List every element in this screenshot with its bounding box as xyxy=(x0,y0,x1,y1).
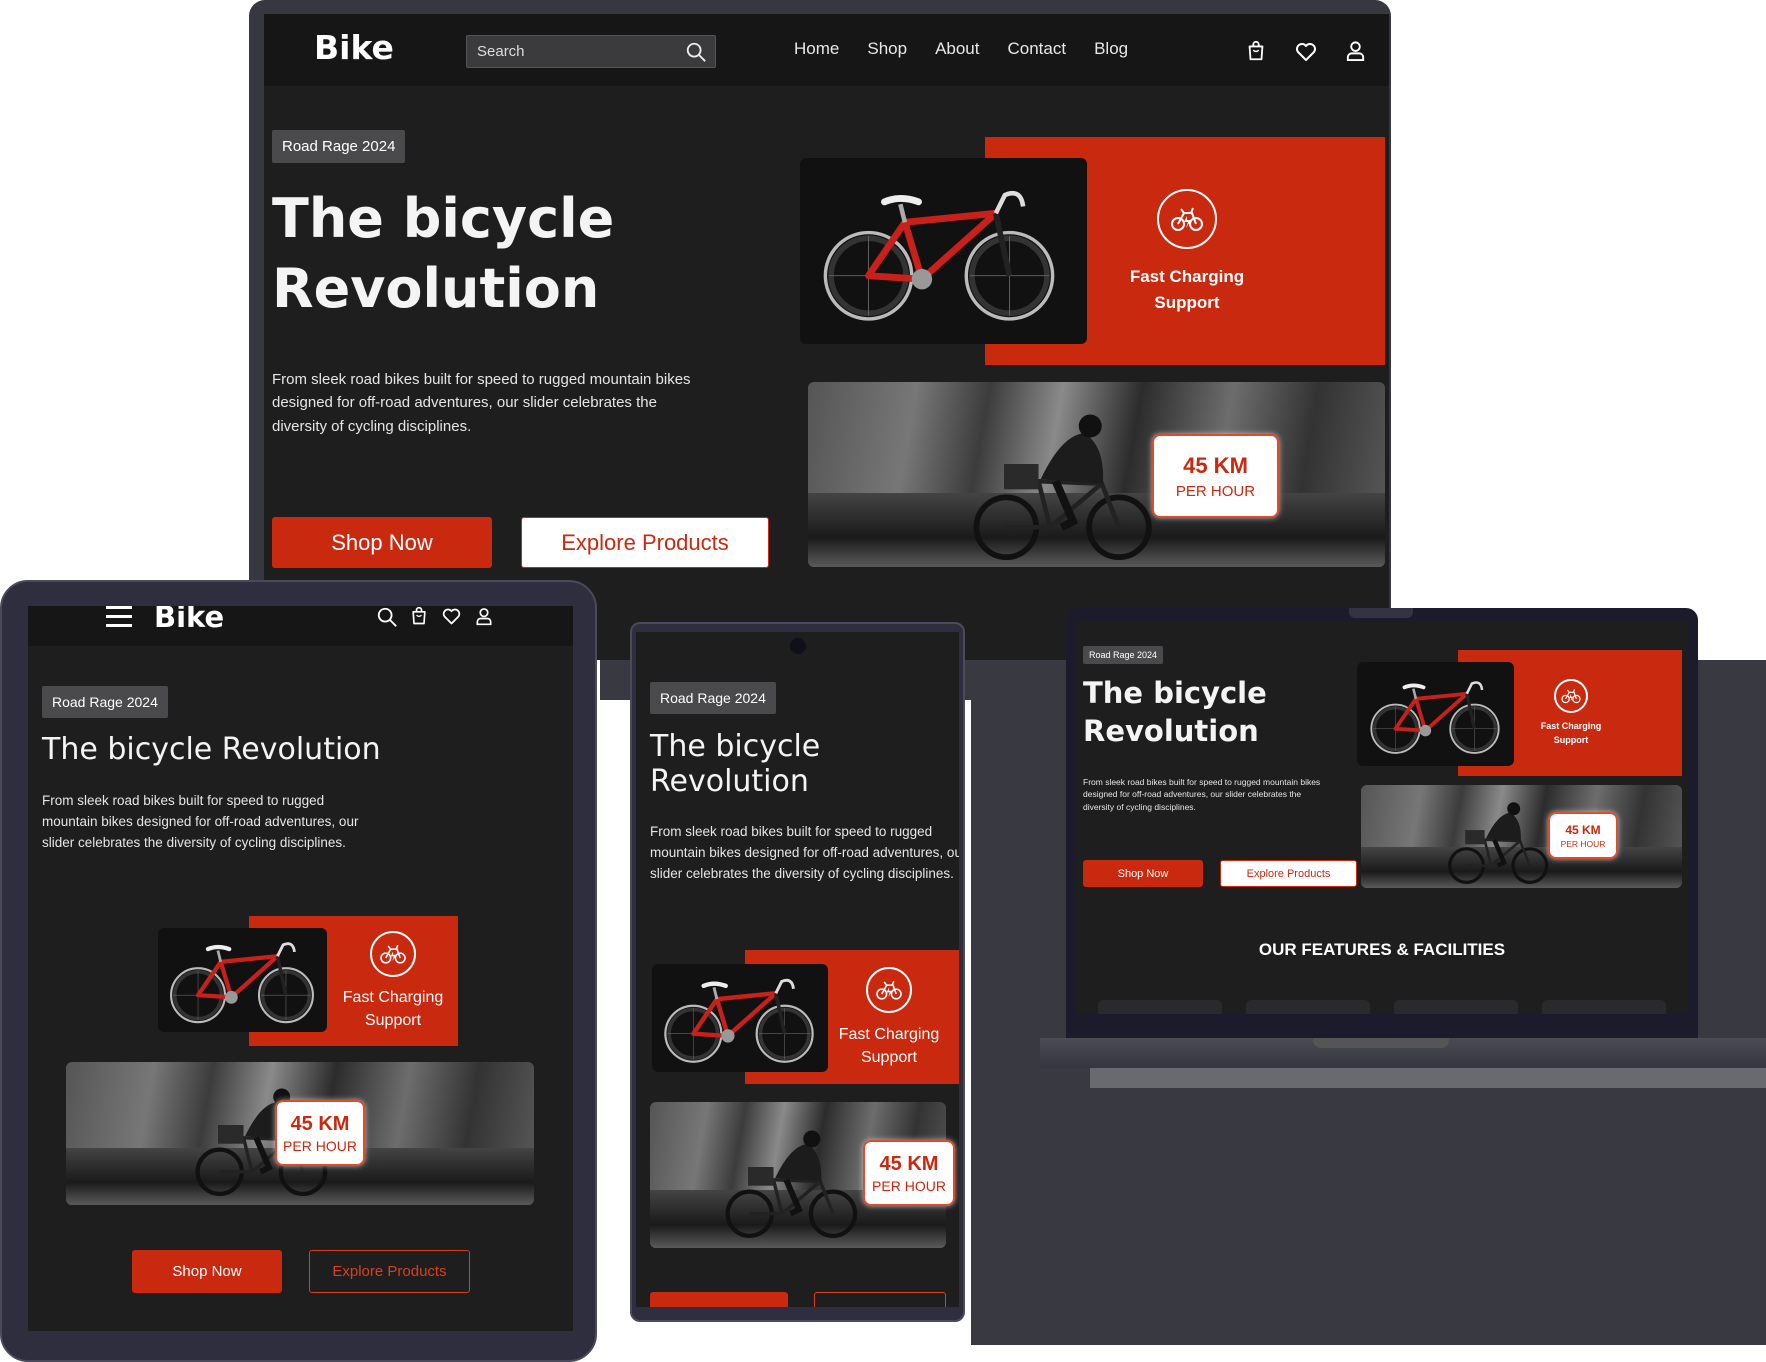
tablet-hero-text: From sleek road bikes built for speed to… xyxy=(42,793,359,850)
nav-shop[interactable]: Shop xyxy=(867,39,907,59)
tablet-screen: Bike Road Rage 2024 The bicycle Revoluti… xyxy=(28,606,573,1331)
feature-line1: Fast Charging xyxy=(1129,267,1245,286)
phone-bike-image xyxy=(652,964,828,1072)
feature-card-3 xyxy=(1394,1000,1518,1014)
laptop-bike-bolt-icon xyxy=(1554,679,1588,713)
hero-title-line2: Revolution xyxy=(272,257,600,321)
bike-bolt-icon xyxy=(1157,189,1217,249)
speed-value: 45 KM xyxy=(1183,452,1248,478)
laptop-title-line2: Revolution xyxy=(1083,713,1259,748)
nav-about[interactable]: About xyxy=(935,39,979,59)
laptop-speed-unit: PER HOUR xyxy=(1560,838,1606,849)
speed-badge: 45 KM PER HOUR xyxy=(1152,434,1279,518)
laptop-feature-line1: Fast Charging xyxy=(1540,721,1602,731)
tablet-feature-label: Fast Charging Support xyxy=(328,986,458,1032)
speed-unit: PER HOUR xyxy=(1175,482,1256,500)
laptop-speed-value: 45 KM xyxy=(1565,822,1601,837)
phone-title-line2: Revolution xyxy=(650,763,809,799)
tablet-user-icon[interactable] xyxy=(474,606,494,626)
tablet-hero-title: The bicycle Revolution xyxy=(42,732,381,767)
laptop-shadow xyxy=(1090,1068,1766,1088)
tablet-heart-icon[interactable] xyxy=(441,606,462,627)
phone-title-line1: The bicycle xyxy=(650,729,821,764)
phone-shop-now-button[interactable] xyxy=(650,1292,788,1307)
rider-image xyxy=(808,382,1385,567)
laptop-speed-badge: 45 KM PER HOUR xyxy=(1548,812,1618,859)
laptop-badge: Road Rage 2024 xyxy=(1083,646,1164,664)
nav-contact[interactable]: Contact xyxy=(1008,39,1067,59)
laptop-title-line1: The bicycle xyxy=(1083,676,1267,710)
hero-title: The bicycle Revolution xyxy=(272,184,614,324)
feature-label: Fast Charging Support xyxy=(1107,264,1267,315)
tablet-bike-bolt-icon xyxy=(370,931,416,977)
phone-hero-title: The bicycle Revolution xyxy=(650,729,821,799)
phone-speed-unit: PER HOUR xyxy=(872,1177,946,1194)
tablet-shop-now-button[interactable]: Shop Now xyxy=(132,1250,282,1293)
hero-badge: Road Rage 2024 xyxy=(272,130,406,163)
hero-title-line1: The bicycle xyxy=(272,187,615,250)
laptop-screen: Road Rage 2024 The bicycle Revolution Fr… xyxy=(1076,622,1688,1014)
tablet-feature-line2: Support xyxy=(364,1012,422,1030)
laptop-bike-image xyxy=(1357,662,1514,766)
laptop-notch xyxy=(1313,1038,1449,1048)
tablet-cart-icon[interactable] xyxy=(409,606,429,626)
laptop-hero-title: The bicycle Revolution xyxy=(1083,675,1267,750)
phone-feature-label: Fast Charging Support xyxy=(824,1023,954,1069)
features-heading: OUR FEATURES & FACILITIES xyxy=(1258,940,1506,959)
desktop-header: Bike Search Home Shop About Contact Blog xyxy=(264,14,1389,86)
phone-hero-text: From sleek road bikes built for speed to… xyxy=(650,824,959,881)
tablet-brand-logo[interactable]: Bike xyxy=(154,606,224,634)
laptop-feature-label: Fast Charging Support xyxy=(1521,720,1621,747)
tablet-badge: Road Rage 2024 xyxy=(42,686,168,718)
brand-logo[interactable]: Bike xyxy=(314,28,394,67)
tablet-explore-button[interactable]: Explore Products xyxy=(309,1250,470,1293)
phone-screen: Road Rage 2024 The bicycle Revolution Fr… xyxy=(636,632,959,1307)
explore-products-button[interactable]: Explore Products xyxy=(521,517,769,568)
laptop-rider-image xyxy=(1361,785,1682,888)
feature-card-1 xyxy=(1098,1000,1222,1014)
phone-speed-badge: 45 KM PER HOUR xyxy=(863,1140,955,1206)
tablet-speed-unit: PER HOUR xyxy=(283,1137,357,1154)
user-icon[interactable] xyxy=(1344,39,1367,62)
laptop-feature-line2: Support xyxy=(1553,734,1589,745)
phone-bike-bolt-icon xyxy=(866,967,912,1013)
search-input[interactable]: Search xyxy=(466,35,716,68)
main-nav: Home Shop About Contact Blog xyxy=(794,39,1128,59)
phone-explore-button[interactable] xyxy=(814,1292,946,1307)
heart-icon[interactable] xyxy=(1294,40,1318,64)
phone-feature-line2: Support xyxy=(860,1049,918,1067)
tablet-search-icon[interactable] xyxy=(376,606,398,628)
phone-feature-line1: Fast Charging xyxy=(838,1026,940,1043)
shop-now-button[interactable]: Shop Now xyxy=(272,517,492,568)
laptop-camera-bar xyxy=(1349,608,1413,618)
cart-icon[interactable] xyxy=(1245,40,1267,62)
tablet-header: Bike xyxy=(28,606,573,646)
tablet-bike-image xyxy=(158,928,327,1032)
feature-card-4 xyxy=(1542,1000,1666,1014)
nav-home[interactable]: Home xyxy=(794,39,839,59)
phone-speed-value: 45 KM xyxy=(879,1152,939,1175)
laptop-explore-button[interactable]: Explore Products xyxy=(1220,860,1357,887)
menu-icon[interactable] xyxy=(106,606,132,627)
phone-camera xyxy=(790,638,806,654)
search-placeholder: Search xyxy=(477,43,525,60)
tablet-speed-badge: 45 KM PER HOUR xyxy=(275,1100,365,1166)
tablet-speed-value: 45 KM xyxy=(290,1112,350,1135)
laptop-hero-text: From sleek road bikes built for speed to… xyxy=(1083,777,1321,812)
phone-badge: Road Rage 2024 xyxy=(650,682,776,714)
feature-line2: Support xyxy=(1154,292,1220,312)
desktop-screen: Bike Search Home Shop About Contact Blog… xyxy=(264,14,1389,660)
nav-blog[interactable]: Blog xyxy=(1094,39,1128,59)
feature-card-2 xyxy=(1246,1000,1370,1014)
bike-image xyxy=(800,158,1087,344)
search-icon[interactable] xyxy=(685,41,707,63)
laptop-shop-now-button[interactable]: Shop Now xyxy=(1083,860,1203,887)
tablet-feature-line1: Fast Charging xyxy=(342,989,444,1006)
hero-text: From sleek road bikes built for speed to… xyxy=(272,371,691,435)
